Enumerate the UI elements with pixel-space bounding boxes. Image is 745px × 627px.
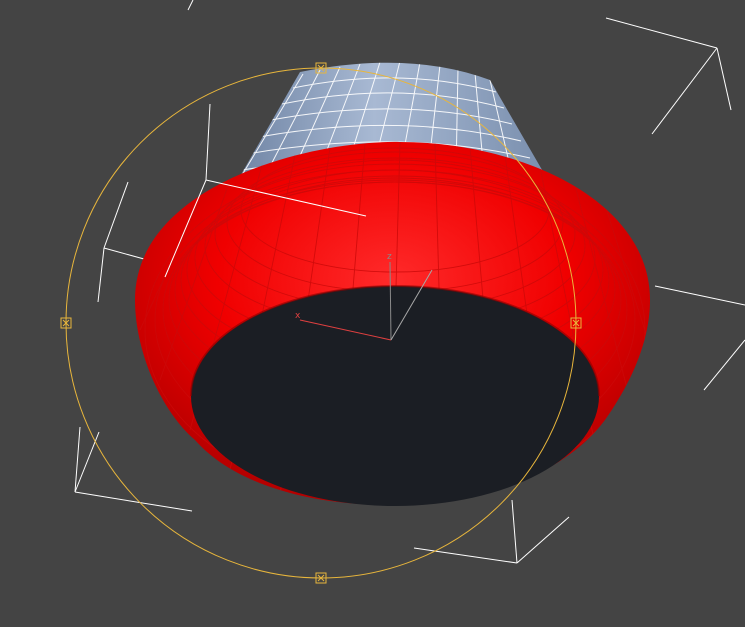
bounding-box-corner-right <box>654 285 745 391</box>
torus-hole <box>191 286 599 506</box>
bounding-box-edge <box>187 0 194 11</box>
scene-canvas[interactable]: x z <box>0 0 745 627</box>
bounding-box-corner-top-right <box>605 17 732 135</box>
bounding-box-corner-bottom-right <box>413 499 570 564</box>
axis-z-label: z <box>387 252 392 262</box>
torus-mesh[interactable] <box>135 141 650 506</box>
axis-x-label: x <box>295 311 301 321</box>
bounding-box-corner-bottom-left <box>74 426 193 512</box>
viewport-perspective[interactable]: x z <box>0 0 745 627</box>
